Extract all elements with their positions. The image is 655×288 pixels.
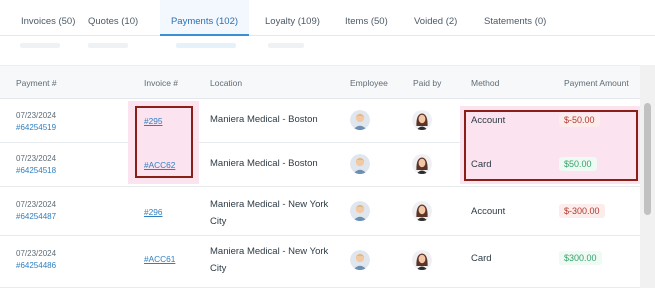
col-payment-amount[interactable]: Payment Amount	[564, 66, 629, 100]
payment-date: 07/23/2024	[16, 249, 57, 258]
col-invoice-number[interactable]: Invoice #	[144, 66, 178, 100]
tab-quotes[interactable]: Quotes (10)	[88, 0, 138, 36]
tab-payments[interactable]: Payments (102)	[160, 0, 249, 36]
employee-avatar-icon[interactable]	[350, 201, 370, 221]
location-text: Maniera Medical - New York City	[210, 199, 329, 227]
method-text: Account	[471, 206, 506, 217]
payment-amount-badge: $-300.00	[559, 204, 605, 218]
payment-date-cell: 07/23/2024 #64254519	[16, 110, 56, 134]
payment-number-link[interactable]: #64254519	[16, 122, 56, 134]
payment-date-cell: 07/23/2024 #64254486	[16, 248, 56, 272]
employee-avatar-icon[interactable]	[350, 250, 370, 270]
location-text: Maniera Medical - New York City	[210, 246, 329, 274]
ghost-bar	[88, 43, 128, 48]
location-text: Maniera Medical - Boston	[210, 158, 318, 169]
customer-avatar-icon[interactable]	[412, 201, 432, 221]
payment-number-link[interactable]: #64254518	[16, 165, 56, 177]
col-method[interactable]: Method	[471, 66, 499, 100]
tab-items[interactable]: Items (50)	[345, 0, 388, 36]
invoice-highlight-box	[135, 106, 193, 178]
tab-voided[interactable]: Voided (2)	[414, 0, 457, 36]
payment-date-cell: 07/23/2024 #64254518	[16, 153, 56, 177]
payment-date-cell: 07/23/2024 #64254487	[16, 199, 56, 223]
scrollbar-thumb[interactable]	[644, 103, 651, 215]
ghost-bar	[20, 43, 60, 48]
col-payment-number[interactable]: Payment #	[16, 66, 57, 100]
payment-amount-badge: $300.00	[559, 251, 602, 265]
method-amount-highlight-box	[464, 110, 638, 181]
method-text: Card	[471, 253, 492, 264]
tab-bar: Invoices (50) Quotes (10) Payments (102)…	[0, 0, 655, 36]
col-location[interactable]: Location	[210, 66, 242, 100]
customer-avatar-icon[interactable]	[412, 250, 432, 270]
ghost-bar	[268, 43, 304, 48]
location-text: Maniera Medical - Boston	[210, 114, 318, 125]
col-paid-by[interactable]: Paid by	[413, 66, 441, 100]
tab-invoices[interactable]: Invoices (50)	[21, 0, 75, 36]
payment-number-link[interactable]: #64254486	[16, 260, 56, 272]
employee-avatar-icon[interactable]	[350, 110, 370, 130]
customer-avatar-icon[interactable]	[412, 110, 432, 130]
invoice-link[interactable]: #ACC61	[144, 254, 175, 264]
col-employee[interactable]: Employee	[350, 66, 388, 100]
customer-avatar-icon[interactable]	[412, 154, 432, 174]
tab-loyalty[interactable]: Loyalty (109)	[265, 0, 320, 36]
faded-filter-strip	[0, 37, 655, 65]
tab-statements[interactable]: Statements (0)	[484, 0, 546, 36]
payment-number-link[interactable]: #64254487	[16, 211, 56, 223]
payment-date: 07/23/2024	[16, 154, 57, 163]
payment-date: 07/23/2024	[16, 200, 57, 209]
ghost-bar	[176, 43, 236, 48]
table-header: Payment # Invoice # Location Employee Pa…	[0, 65, 640, 99]
employee-avatar-icon[interactable]	[350, 154, 370, 174]
payment-date: 07/23/2024	[16, 111, 57, 120]
invoice-link[interactable]: #296	[144, 207, 162, 217]
